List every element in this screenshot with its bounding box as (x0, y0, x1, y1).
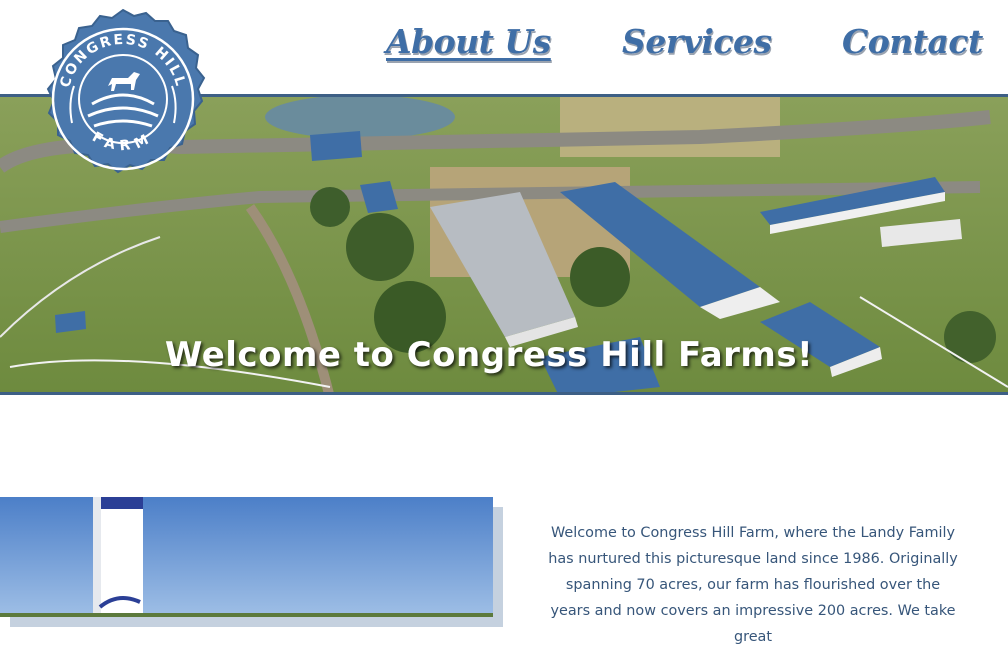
logo[interactable]: CONGRESS HILL FARM (32, 8, 214, 190)
nav-services[interactable]: Services (622, 22, 772, 61)
hero-title: Welcome to Congress Hill Farms! (164, 335, 814, 375)
about-photo-image (0, 497, 493, 617)
nav-contact[interactable]: Contact (842, 22, 983, 61)
about-photo (0, 497, 503, 627)
about-paragraph: Welcome to Congress Hill Farm, where the… (548, 525, 958, 645)
nav-about-us[interactable]: About Us (386, 22, 551, 61)
